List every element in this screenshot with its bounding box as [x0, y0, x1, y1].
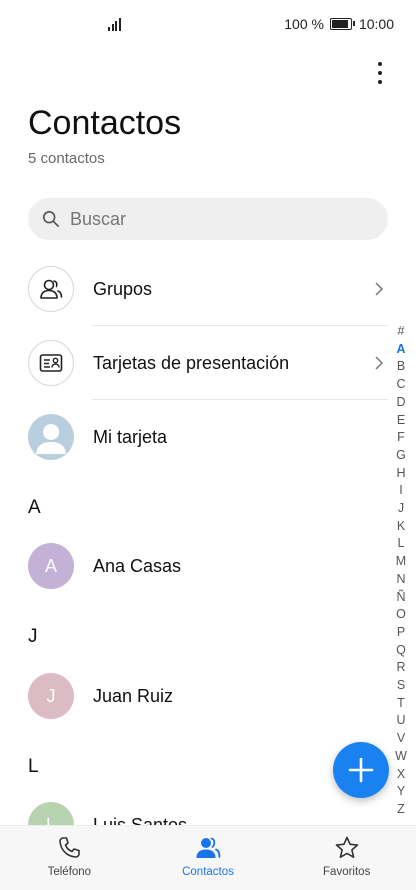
chevron-right-icon	[375, 282, 384, 296]
contact-name: Ana Casas	[93, 555, 182, 576]
index-letter[interactable]: R	[396, 659, 405, 677]
my-card-avatar	[28, 414, 74, 460]
nav-label: Teléfono	[47, 866, 92, 878]
index-letter[interactable]: U	[396, 712, 405, 730]
nav-label: Contactos	[182, 866, 234, 878]
groups-row[interactable]: Grupos	[28, 265, 388, 313]
status-right: 100 % 10:00	[284, 16, 394, 32]
page-title: Contactos	[28, 104, 182, 142]
business-cards-label: Tarjetas de presentación	[93, 352, 290, 373]
index-letter[interactable]: W	[395, 748, 407, 766]
index-letter[interactable]: H	[396, 465, 405, 483]
index-letter[interactable]: X	[397, 766, 405, 784]
plus-icon	[348, 757, 374, 783]
nav-phone[interactable]: Teléfono	[0, 826, 139, 890]
contact-avatar: J	[28, 673, 74, 719]
section-header-j: J	[28, 626, 38, 647]
divider	[92, 325, 388, 326]
business-cards-row[interactable]: Tarjetas de presentación	[28, 339, 388, 387]
star-icon	[335, 836, 358, 858]
index-letter[interactable]: L	[398, 535, 405, 553]
clock: 10:00	[358, 16, 394, 32]
section-header-a: A	[28, 497, 41, 518]
index-letter[interactable]: G	[396, 447, 406, 465]
index-letter[interactable]: Y	[397, 783, 405, 801]
index-letter[interactable]: K	[397, 518, 405, 536]
groups-icon	[28, 266, 74, 312]
signal-icon	[108, 17, 124, 31]
nav-label: Favoritos	[323, 866, 371, 878]
contacts-icon	[196, 837, 221, 858]
index-letter[interactable]: I	[399, 482, 402, 500]
nav-contacts[interactable]: Contactos	[139, 826, 278, 890]
index-letter[interactable]: Ñ	[396, 589, 405, 607]
contact-name: Juan Ruiz	[93, 685, 174, 706]
my-card-label: Mi tarjeta	[93, 426, 168, 447]
index-letter[interactable]: O	[396, 606, 406, 624]
more-options-icon[interactable]	[372, 60, 388, 86]
index-letter[interactable]: M	[396, 553, 406, 571]
divider	[92, 399, 388, 400]
chevron-right-icon	[375, 356, 384, 370]
business-card-icon	[28, 340, 74, 386]
index-letter[interactable]: V	[397, 730, 405, 748]
section-header-l: L	[28, 756, 39, 777]
index-letter[interactable]: D	[396, 394, 405, 412]
bottom-navigation: Teléfono Contactos Favoritos	[0, 825, 416, 890]
index-letter[interactable]: C	[396, 376, 405, 394]
my-card-row[interactable]: Mi tarjeta	[28, 413, 388, 461]
index-letter[interactable]: Z	[397, 801, 405, 819]
index-letter[interactable]: T	[397, 695, 405, 713]
index-letter[interactable]: N	[396, 571, 405, 589]
battery-percent: 100 %	[284, 16, 324, 32]
status-bar: 100 % 10:00	[0, 0, 416, 48]
contact-count: 5 contactos	[28, 150, 105, 167]
nav-favorites[interactable]: Favoritos	[277, 826, 416, 890]
index-letter[interactable]: E	[397, 412, 405, 430]
index-letter[interactable]: Q	[396, 642, 406, 660]
search-icon	[42, 210, 60, 228]
index-letter[interactable]: S	[397, 677, 405, 695]
index-letter[interactable]: F	[397, 429, 405, 447]
search-bar[interactable]	[28, 198, 388, 240]
index-letter[interactable]: J	[398, 500, 404, 518]
index-letter[interactable]: P	[397, 624, 405, 642]
alphabet-index[interactable]: # A B C D E F G H I J K L M N Ñ O P Q R S T U V W X Y Z	[393, 323, 409, 819]
index-letter[interactable]: A	[396, 341, 405, 359]
groups-label: Grupos	[93, 278, 153, 299]
index-letter[interactable]: B	[397, 358, 405, 376]
search-input[interactable]	[68, 207, 362, 231]
phone-icon	[59, 837, 81, 858]
add-contact-button[interactable]	[333, 742, 389, 798]
contact-avatar: A	[28, 543, 74, 589]
contact-row[interactable]: J Juan Ruiz	[28, 672, 388, 720]
contact-row[interactable]: A Ana Casas	[28, 542, 388, 590]
index-letter[interactable]: #	[398, 323, 405, 341]
battery-icon	[329, 18, 355, 30]
